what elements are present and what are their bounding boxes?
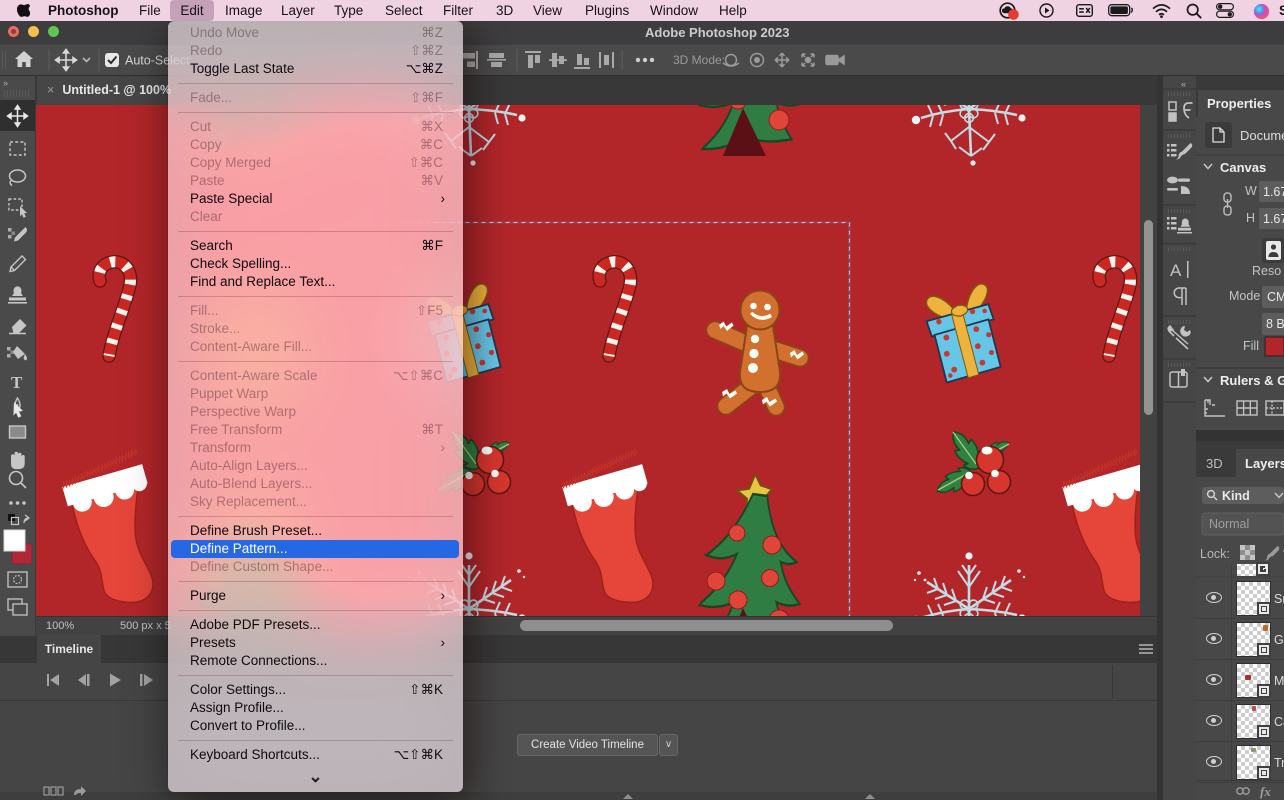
svg-text:W: W [1245,184,1257,198]
svg-text:3D Mode:: 3D Mode: [673,53,725,67]
svg-text:Reso: Reso [1252,264,1281,278]
svg-text:1.67: 1.67 [1263,212,1284,226]
svg-text:H: H [1246,211,1255,225]
svg-text:«: « [1181,79,1186,89]
svg-text:8 Bit: 8 Bit [1266,317,1284,331]
svg-text:CMY: CMY [1267,290,1284,304]
svg-text:3D: 3D [1206,456,1223,471]
svg-text:Canvas: Canvas [1220,160,1266,175]
svg-text:fx: fx [1260,784,1271,799]
svg-text:Rulers & Grid: Rulers & Grid [1220,373,1284,388]
svg-text:»: » [3,78,8,88]
svg-text:Kind: Kind [1222,489,1250,503]
svg-text:Layers: Layers [1245,456,1284,471]
svg-text:Properties: Properties [1207,96,1271,111]
svg-text:Lock:: Lock: [1200,547,1230,561]
svg-text:Document: Document [1240,128,1284,143]
svg-text:T: T [11,373,23,392]
svg-text:Normal: Normal [1209,517,1249,531]
svg-text:A: A [1170,261,1182,280]
svg-text:Fill: Fill [1243,339,1259,353]
svg-text:1.67: 1.67 [1263,185,1284,199]
svg-text:Mode: Mode [1229,289,1260,303]
